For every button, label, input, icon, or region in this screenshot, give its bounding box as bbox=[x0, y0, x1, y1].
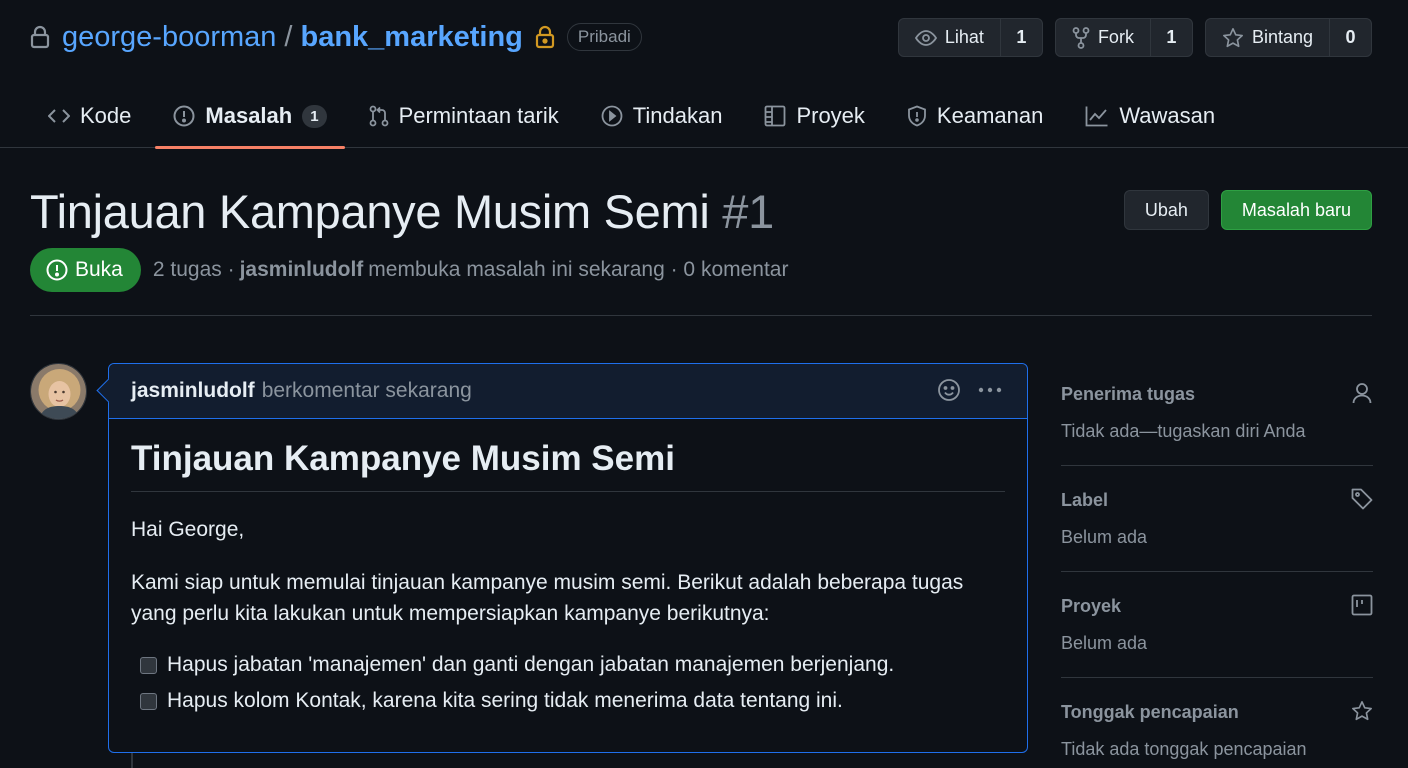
comment-box: jasminludolf berkomentar sekarang Tinjau… bbox=[108, 363, 1028, 753]
person-icon[interactable] bbox=[1351, 382, 1373, 404]
assignees-value[interactable]: Tidak ada—tugaskan diri Anda bbox=[1061, 421, 1373, 442]
tab-insights[interactable]: Wawasan bbox=[1067, 84, 1233, 148]
task-checkbox[interactable] bbox=[140, 692, 157, 710]
private-lock-icon bbox=[535, 25, 555, 49]
task-count: 2 tugas · bbox=[152, 258, 235, 281]
comment-greeting: Hai George, bbox=[131, 518, 245, 541]
graph-icon bbox=[1085, 105, 1109, 127]
timeline-line bbox=[131, 752, 133, 768]
avatar[interactable] bbox=[30, 363, 87, 420]
task-list-item: Hapus kolom Kontak, karena kita sering t… bbox=[131, 683, 1005, 719]
repo-nav: Kode Masalah 1 Permintaan tarik Tindakan… bbox=[30, 84, 1233, 149]
issue-state-badge: Buka bbox=[30, 248, 141, 292]
tab-issues[interactable]: Masalah 1 bbox=[155, 84, 345, 149]
tab-projects-label: Proyek bbox=[796, 103, 865, 128]
tab-actions-label: Tindakan bbox=[632, 103, 723, 128]
issue-state-label: Buka bbox=[75, 258, 123, 281]
task-checkbox[interactable] bbox=[140, 656, 157, 674]
issue-title-text: Tinjauan Kampanye Musim Semi bbox=[30, 185, 710, 238]
tab-code[interactable]: Kode bbox=[30, 84, 149, 148]
projects-value: Belum ada bbox=[1061, 633, 1148, 653]
comment-header: jasminludolf berkomentar sekarang bbox=[109, 364, 1027, 419]
eye-icon bbox=[914, 29, 937, 46]
shield-icon bbox=[907, 105, 927, 127]
watch-button-group: Lihat 1 bbox=[897, 18, 1043, 57]
fork-button[interactable]: Fork bbox=[1056, 19, 1150, 56]
task-list: Hapus jabatan 'manajemen' dan ganti deng… bbox=[131, 647, 1005, 719]
assignees-heading: Penerima tugas bbox=[1061, 384, 1196, 404]
star-icon bbox=[1222, 27, 1244, 49]
issue-author-link[interactable]: jasminludolf bbox=[240, 258, 364, 282]
comment-author-link[interactable]: jasminludolf bbox=[131, 379, 255, 403]
issue-sidebar: Penerima tugas Tidak ada—tugaskan diri A… bbox=[1061, 360, 1373, 768]
tab-issues-label: Masalah bbox=[205, 103, 293, 128]
star-count[interactable]: 0 bbox=[1329, 19, 1371, 56]
comment-tools bbox=[937, 378, 1003, 402]
star-button[interactable]: Bintang bbox=[1206, 19, 1329, 56]
sidebar-assignees[interactable]: Penerima tugas Tidak ada—tugaskan diri A… bbox=[1061, 360, 1373, 466]
issues-count-badge: 1 bbox=[302, 104, 327, 128]
watch-count[interactable]: 1 bbox=[999, 19, 1042, 56]
tab-security-label: Keamanan bbox=[936, 103, 1044, 128]
lock-icon bbox=[30, 25, 50, 49]
issue-opened-icon bbox=[173, 105, 195, 127]
issue-opened-icon bbox=[46, 259, 68, 281]
visibility-badge: Pribadi bbox=[566, 23, 642, 51]
labels-heading: Label bbox=[1061, 490, 1109, 510]
repo-owner-link[interactable]: george-boorman bbox=[62, 21, 276, 54]
edit-button[interactable]: Ubah bbox=[1123, 190, 1209, 230]
fork-count[interactable]: 1 bbox=[1149, 19, 1192, 56]
tab-security[interactable]: Keamanan bbox=[889, 84, 1061, 148]
milestone-icon[interactable] bbox=[1351, 700, 1373, 722]
sidebar-labels[interactable]: Label Belum ada bbox=[1061, 466, 1373, 572]
repo-name-link[interactable]: bank_marketing bbox=[300, 21, 522, 54]
new-issue-button[interactable]: Masalah baru bbox=[1220, 190, 1372, 230]
sidebar-milestone[interactable]: Tonggak pencapaian Tidak ada tonggak pen… bbox=[1061, 678, 1373, 768]
labels-value: Belum ada bbox=[1061, 527, 1148, 547]
issue-number: #1 bbox=[722, 185, 774, 238]
tab-pull-requests[interactable]: Permintaan tarik bbox=[351, 84, 577, 148]
tab-code-label: Kode bbox=[80, 103, 132, 128]
issue-actions: Ubah Masalah baru bbox=[1123, 190, 1372, 230]
watch-button[interactable]: Lihat bbox=[899, 19, 1000, 56]
tab-pull-requests-label: Permintaan tarik bbox=[398, 103, 559, 128]
header-divider bbox=[30, 315, 1372, 316]
tag-icon[interactable] bbox=[1351, 488, 1373, 510]
task-list-item: Hapus jabatan 'manajemen' dan ganti deng… bbox=[131, 647, 1005, 683]
comment-body: Tinjauan Kampanye Musim Semi Hai George,… bbox=[109, 419, 1027, 739]
project-board-icon[interactable] bbox=[1351, 594, 1373, 616]
issue-meta: Buka 2 tugas · jasminludolf membuka masa… bbox=[30, 248, 788, 292]
star-button-group: Bintang 0 bbox=[1204, 18, 1372, 57]
repo-actions: Lihat 1 Fork 1 Bintang 0 bbox=[897, 18, 1372, 57]
task-text: Hapus kolom Kontak, karena kita sering t… bbox=[167, 689, 843, 712]
repo-separator: / bbox=[284, 20, 293, 53]
smiley-icon[interactable] bbox=[937, 378, 961, 402]
kebab-horizontal-icon[interactable] bbox=[977, 378, 1003, 402]
issue-opened-text: membuka masalah ini sekarang · 0 komenta… bbox=[368, 258, 789, 281]
pull-request-icon bbox=[369, 105, 389, 127]
fork-icon bbox=[1072, 26, 1090, 49]
milestone-heading: Tonggak pencapaian bbox=[1061, 702, 1239, 722]
fork-button-group: Fork 1 bbox=[1054, 18, 1193, 57]
issue-title: Tinjauan Kampanye Musim Semi #1 bbox=[30, 184, 774, 239]
tab-projects[interactable]: Proyek bbox=[746, 84, 882, 148]
comment-heading: Tinjauan Kampanye Musim Semi bbox=[131, 439, 1005, 492]
tab-insights-label: Wawasan bbox=[1119, 103, 1216, 128]
star-label: Bintang bbox=[1251, 27, 1313, 47]
project-table-icon bbox=[764, 105, 786, 127]
watch-label: Lihat bbox=[944, 27, 984, 47]
sidebar-projects[interactable]: Proyek Belum ada bbox=[1061, 572, 1373, 678]
play-icon bbox=[601, 105, 623, 127]
comment-paragraph: Kami siap untuk memulai tinjauan kampany… bbox=[131, 571, 964, 625]
fork-label: Fork bbox=[1097, 27, 1134, 47]
comment-timestamp[interactable]: berkomentar sekarang bbox=[262, 379, 472, 403]
tab-actions[interactable]: Tindakan bbox=[583, 84, 741, 148]
repo-header: george-boorman / bank_marketing Pribadi … bbox=[0, 0, 1408, 149]
milestone-value: Tidak ada tonggak pencapaian bbox=[1061, 739, 1307, 759]
projects-heading: Proyek bbox=[1061, 596, 1122, 616]
repo-title: george-boorman / bank_marketing Pribadi bbox=[30, 18, 642, 56]
task-text: Hapus jabatan 'manajemen' dan ganti deng… bbox=[167, 653, 895, 676]
code-icon bbox=[48, 108, 70, 124]
